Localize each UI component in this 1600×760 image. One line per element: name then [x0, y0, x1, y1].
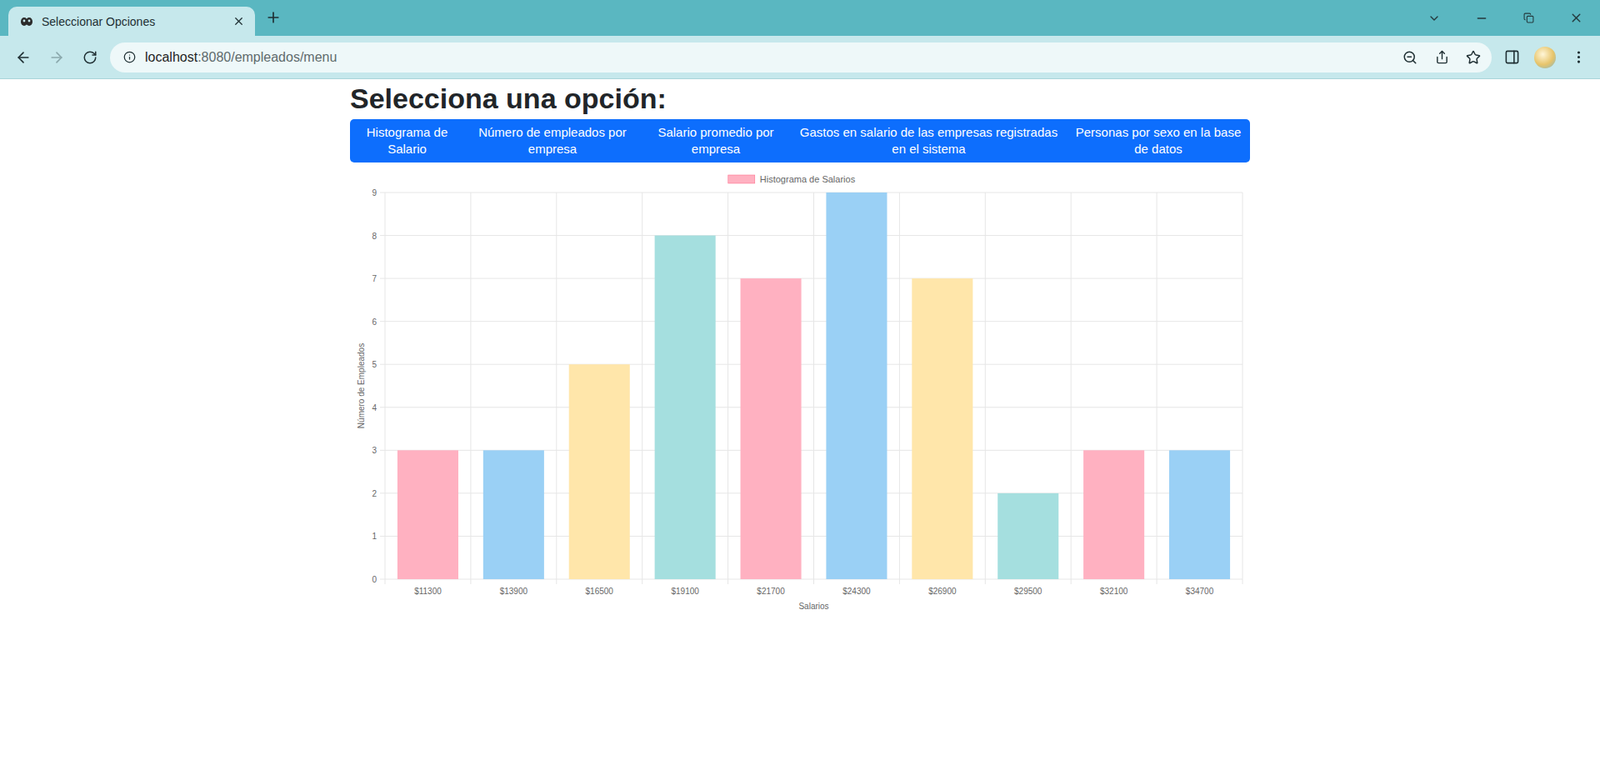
grid-line — [380, 407, 1243, 409]
url-text: localhost:8080/empleados/menu — [145, 50, 1390, 65]
histogram-bar[interactable] — [1169, 450, 1230, 580]
new-tab-icon[interactable] — [260, 4, 287, 31]
address-bar[interactable]: localhost:8080/empleados/menu — [110, 42, 1492, 73]
grid-line — [813, 192, 815, 585]
x-tick: $34700 — [1185, 586, 1215, 596]
x-tick: $29500 — [1014, 586, 1043, 596]
grid-line — [641, 192, 643, 585]
histogram-bar[interactable] — [997, 493, 1059, 580]
minimize-icon[interactable] — [1457, 0, 1505, 36]
grid-line — [380, 192, 1243, 194]
tab-title: Seleccionar Opciones — [41, 15, 222, 29]
tab-search-icon[interactable] — [1410, 0, 1458, 36]
histogram-bar[interactable] — [569, 365, 630, 580]
menu-option[interactable]: Salario promedio por empresa — [640, 119, 791, 164]
browser-toolbar: localhost:8080/empleados/menu — [0, 35, 1600, 80]
menu-option[interactable]: Gastos en salario de las empresas regist… — [790, 119, 1067, 164]
menu-dots-icon[interactable] — [1565, 44, 1592, 71]
grid-line — [1242, 192, 1244, 585]
grid-line — [899, 192, 900, 585]
grid-line — [985, 192, 986, 585]
site-info-icon[interactable] — [121, 50, 137, 65]
profile-avatar-icon[interactable] — [1531, 44, 1559, 71]
menu-option[interactable]: Número de empleados por empresa — [464, 119, 641, 164]
x-axis-title: Salarios — [798, 601, 829, 611]
chart-container: Histograma de Salarios 0 1 2 3 4 5 6 7 8 9 $11300 $1… — [350, 170, 1250, 621]
options-menu: Histograma de SalarioNúmero de empleados… — [350, 119, 1250, 164]
histogram-bar[interactable] — [911, 278, 973, 580]
page: Selecciona una opción:Histograma de Sala… — [0, 79, 1600, 760]
y-tick: 4 — [371, 403, 377, 413]
grid-line — [385, 192, 386, 585]
grid-line — [380, 364, 1243, 365]
x-tick: $24300 — [842, 586, 871, 596]
favicon-icon — [20, 15, 34, 29]
browser-tab[interactable]: Seleccionar Opciones — [8, 6, 255, 36]
grid-line — [470, 192, 471, 585]
x-tick: $11300 — [414, 586, 442, 596]
x-tick: $26900 — [928, 586, 957, 596]
histogram-bar[interactable] — [483, 450, 545, 580]
grid-line — [1070, 192, 1072, 585]
grid-line — [555, 192, 557, 585]
x-tick: $21700 — [756, 586, 785, 596]
browser-window: Seleccionar Opciones localhost:8080/emple… — [0, 0, 1600, 760]
histogram-bar[interactable] — [397, 450, 459, 580]
y-tick: 6 — [371, 317, 377, 327]
y-tick: 8 — [371, 231, 377, 241]
side-panel-icon[interactable] — [1498, 44, 1525, 71]
histogram-bar[interactable] — [740, 278, 802, 580]
close-window-icon[interactable] — [1552, 0, 1600, 36]
forward-arrow-icon[interactable] — [43, 44, 70, 71]
menu-option[interactable]: Personas por sexo en la base de datos — [1066, 119, 1250, 164]
zoom-out-icon[interactable] — [1398, 45, 1422, 70]
y-tick: 9 — [371, 188, 377, 198]
content: Selecciona una opción:Histograma de Sala… — [350, 79, 1250, 760]
close-tab-icon[interactable] — [230, 13, 247, 30]
grid-line — [380, 278, 1243, 280]
x-tick: $19100 — [670, 586, 700, 596]
grid-line — [380, 235, 1243, 236]
grid-line — [727, 192, 729, 585]
grid-line — [1156, 192, 1158, 585]
page-heading: Selecciona una opción: — [350, 81, 1250, 116]
restore-icon[interactable] — [1505, 0, 1553, 36]
y-tick: 3 — [371, 446, 377, 456]
reload-icon[interactable] — [76, 44, 104, 71]
share-icon[interactable] — [1430, 45, 1454, 70]
window-controls — [1410, 0, 1600, 36]
grid-line — [380, 320, 1243, 322]
y-tick: 0 — [371, 575, 377, 585]
y-tick: 2 — [371, 489, 377, 499]
salary-histogram-chart: Histograma de Salarios 0 1 2 3 4 5 6 7 8 9 $11300 $1… — [350, 170, 1250, 618]
chart-legend[interactable]: Histograma de Salarios — [728, 174, 856, 185]
tab-strip: Seleccionar Opciones — [0, 0, 1600, 36]
x-tick: $13900 — [500, 586, 529, 596]
histogram-bar[interactable] — [1083, 450, 1145, 580]
legend-label: Histograma de Salarios — [760, 174, 856, 185]
menu-option[interactable]: Histograma de Salario — [350, 119, 465, 164]
histogram-bar[interactable] — [825, 192, 887, 580]
legend-swatch — [728, 175, 755, 184]
back-arrow-icon[interactable] — [10, 44, 37, 71]
y-tick: 7 — [371, 274, 377, 284]
x-tick: $32100 — [1100, 586, 1129, 596]
y-tick: 1 — [371, 532, 377, 542]
bookmark-star-icon[interactable] — [1461, 45, 1485, 70]
x-tick: $16500 — [585, 586, 615, 596]
histogram-bar[interactable] — [655, 235, 716, 580]
y-axis-title: Número de Empleados — [356, 343, 366, 429]
y-tick: 5 — [371, 360, 377, 370]
